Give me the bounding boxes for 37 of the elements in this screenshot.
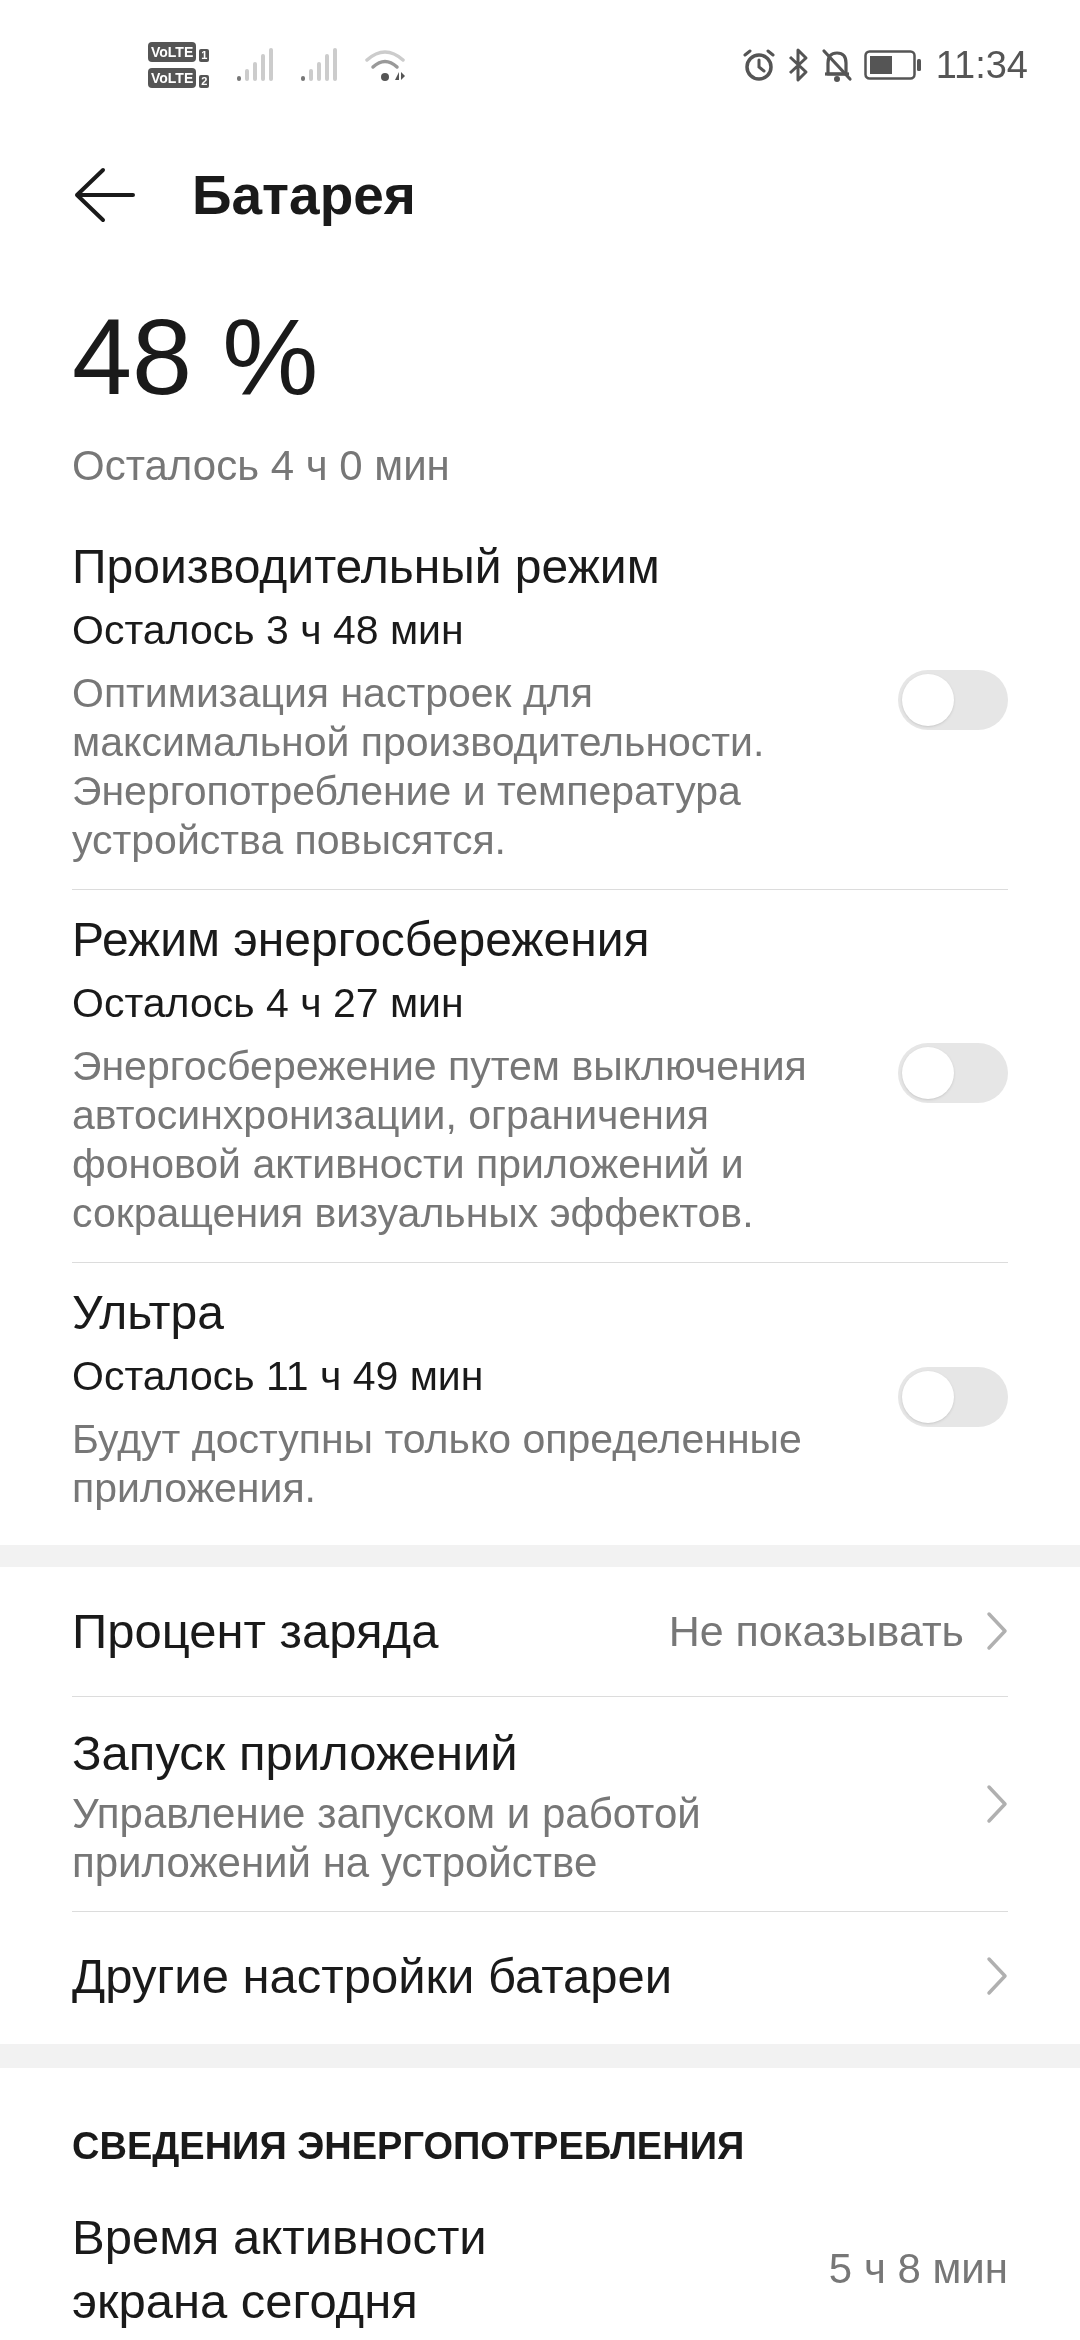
toggle-switch[interactable] — [898, 670, 1008, 730]
sim-slot-badge: 2 — [199, 75, 210, 88]
sim-slot-badge: 1 — [199, 49, 210, 62]
battery-remaining: Осталось 4 ч 0 мин — [72, 441, 451, 491]
back-arrow-icon — [73, 167, 135, 223]
page-title: Батарея — [192, 162, 416, 228]
mode-remaining: Осталось 3 ч 48 мин — [72, 606, 465, 655]
mode-remaining: Осталось 11 ч 49 мин — [72, 1352, 485, 1401]
mode-remaining: Осталось 4 ч 27 мин — [72, 979, 465, 1028]
toggle-switch[interactable] — [898, 1043, 1008, 1103]
status-time: 11:34 — [935, 42, 1028, 88]
section-heading: СВЕДЕНИЯ ЭНЕРГОПОТРЕБЛЕНИЯ — [72, 2123, 746, 2169]
item-value: Не показывать — [668, 1606, 964, 1657]
settings-item[interactable]: Запуск приложений Управление запуском и работой приложений на устройстве — [72, 1696, 1008, 1912]
settings-item[interactable]: Процент заряда Не показывать — [72, 1567, 1008, 1697]
volte-badge: VoLTE — [148, 68, 197, 88]
toggle-switch[interactable] — [898, 1367, 1008, 1427]
signal-icon — [237, 48, 274, 82]
mode-description: Энергосбережение путем выключения автосинхронизации, ограничения фоновой активности приложений и сокращения визуальных эффектов. — [72, 1042, 808, 1238]
chevron-right-icon — [986, 1955, 1008, 1996]
usage-value: 5 ч 8 мин — [828, 2244, 1008, 2294]
mode-description: Оптимизация настроек для максимальной производительности. Энергопотребление и температура устройства повысятся. — [72, 669, 766, 865]
mode-description: Будут доступны только определенные приложения. — [72, 1415, 803, 1513]
volte-badge: VoLTE — [148, 42, 197, 62]
signal-icon — [301, 48, 338, 82]
mode-title: Производительный режим — [72, 539, 661, 595]
alarm-clock-icon — [741, 48, 776, 82]
mode-title: Режим энергосбережения — [72, 912, 651, 968]
usage-title: Время активности экрана сегодня — [72, 2208, 488, 2330]
mode-title: Ультра — [72, 1285, 225, 1341]
battery-icon — [863, 50, 922, 80]
chevron-right-icon — [986, 1783, 1008, 1824]
battery-percent: 48 % — [72, 295, 320, 419]
item-description: Управление запуском и работой приложений на устройстве — [72, 1788, 702, 1887]
settings-item[interactable]: Другие настройки батареи — [72, 1911, 1008, 2040]
chevron-right-icon — [986, 1611, 1008, 1652]
wifi-icon — [365, 48, 408, 82]
